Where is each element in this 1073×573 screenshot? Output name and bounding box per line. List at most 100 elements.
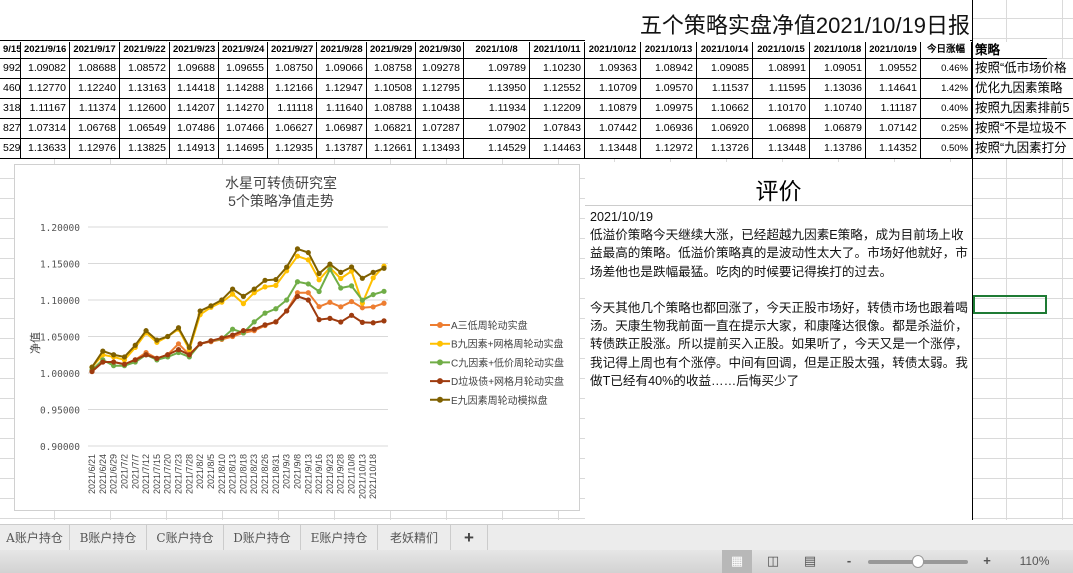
nav-cell[interactable]: 1.09278 — [416, 59, 464, 79]
nav-cell[interactable]: 1.11640 — [317, 99, 367, 119]
nav-cell[interactable]: 1.14463 — [530, 139, 585, 159]
nav-cell[interactable]: 1.14641 — [866, 79, 921, 99]
nav-cell[interactable]: 1.10740 — [810, 99, 866, 119]
nav-cell[interactable]: 1.12600 — [120, 99, 170, 119]
column-header[interactable]: 2021/10/14 — [697, 42, 753, 59]
nav-cell[interactable]: 1.12976 — [70, 139, 120, 159]
daily-change-cell[interactable]: 1.42% — [921, 79, 972, 99]
column-header[interactable]: 2021/10/13 — [641, 42, 697, 59]
column-header[interactable]: 2021/9/29 — [367, 42, 416, 59]
daily-change-cell[interactable]: 0.25% — [921, 119, 972, 139]
nav-cell[interactable]: 1.13633 — [21, 139, 70, 159]
nav-cell[interactable]: 1.06898 — [753, 119, 810, 139]
nav-cell[interactable]: 1.07287 — [416, 119, 464, 139]
column-header[interactable]: 2021/9/30 — [416, 42, 464, 59]
nav-cell[interactable]: 8270 — [0, 119, 21, 139]
nav-cell[interactable]: 1.13493 — [416, 139, 464, 159]
nav-cell[interactable]: 1.10230 — [530, 59, 585, 79]
nav-cell[interactable]: 1.09688 — [170, 59, 219, 79]
nav-cell[interactable]: 1.11595 — [753, 79, 810, 99]
nav-cell[interactable]: 1.13726 — [697, 139, 753, 159]
nav-cell[interactable]: 1.09085 — [697, 59, 753, 79]
nav-cell[interactable]: 1.06549 — [120, 119, 170, 139]
nav-cell[interactable]: 1.12209 — [530, 99, 585, 119]
nav-cell[interactable]: 1.12972 — [641, 139, 697, 159]
nav-cell[interactable]: 1.08750 — [268, 59, 317, 79]
nav-cell[interactable]: 4609 — [0, 79, 21, 99]
column-header[interactable]: 2021/10/19 — [866, 42, 921, 59]
nav-cell[interactable]: 1.13825 — [120, 139, 170, 159]
sheet-tab-monsters[interactable]: 老妖精们 — [378, 525, 451, 551]
nav-cell[interactable]: 1.07902 — [464, 119, 530, 139]
sheet-tab-c[interactable]: C账户持仓 — [147, 525, 224, 551]
nav-cell[interactable]: 1.09570 — [641, 79, 697, 99]
sheet-tab-e[interactable]: E账户持仓 — [301, 525, 378, 551]
nav-cell[interactable]: 1.14270 — [219, 99, 268, 119]
column-header[interactable]: 2021/9/22 — [120, 42, 170, 59]
column-header[interactable]: 策略 — [972, 42, 1047, 59]
nav-cell[interactable]: 1.07314 — [21, 119, 70, 139]
nav-cell[interactable]: 1.09975 — [641, 99, 697, 119]
nav-cell[interactable]: 1.13448 — [753, 139, 810, 159]
nav-cell[interactable]: 9929 — [0, 59, 21, 79]
nav-cell[interactable]: 1.11934 — [464, 99, 530, 119]
normal-view-icon[interactable]: ▦ — [722, 550, 752, 573]
nav-cell[interactable]: 1.06987 — [317, 119, 367, 139]
strategy-cell[interactable]: 按照“九因素打分 — [972, 139, 1073, 159]
column-header[interactable]: 2021/10/18 — [810, 42, 866, 59]
nav-cell[interactable]: 1.09552 — [866, 59, 921, 79]
nav-cell[interactable]: 1.08788 — [367, 99, 416, 119]
column-header[interactable]: 9/15 — [0, 42, 21, 59]
column-header[interactable]: 2021/10/8 — [464, 42, 530, 59]
nav-cell[interactable]: 1.11118 — [268, 99, 317, 119]
nav-cell[interactable]: 1.12947 — [317, 79, 367, 99]
nav-cell[interactable]: 1.06768 — [70, 119, 120, 139]
nav-cell[interactable]: 1.06920 — [697, 119, 753, 139]
sheet-tab-d[interactable]: D账户持仓 — [224, 525, 301, 551]
nav-cell[interactable]: 1.07442 — [585, 119, 641, 139]
column-header[interactable]: 2021/9/24 — [219, 42, 268, 59]
nav-cell[interactable]: 1.08572 — [120, 59, 170, 79]
nav-cell[interactable]: 1.12770 — [21, 79, 70, 99]
column-header[interactable]: 2021/9/28 — [317, 42, 367, 59]
nav-cell[interactable]: 1.11187 — [866, 99, 921, 119]
nav-cell[interactable]: 1.12661 — [367, 139, 416, 159]
nav-cell[interactable]: 1.08688 — [70, 59, 120, 79]
nav-cell[interactable]: 1.06936 — [641, 119, 697, 139]
nav-cell[interactable]: 1.13950 — [464, 79, 530, 99]
add-sheet-button[interactable]: + — [451, 525, 488, 551]
nav-cell[interactable]: 1.11374 — [70, 99, 120, 119]
column-header[interactable]: 2021/9/23 — [170, 42, 219, 59]
column-header[interactable]: 2021/10/15 — [753, 42, 810, 59]
nav-cell[interactable]: 1.10662 — [697, 99, 753, 119]
nav-cell[interactable]: 1.06627 — [268, 119, 317, 139]
nav-cell[interactable]: 1.14913 — [170, 139, 219, 159]
nav-cell[interactable]: 1.07142 — [866, 119, 921, 139]
nav-cell[interactable]: 1.07486 — [170, 119, 219, 139]
nav-chart[interactable]: 水星可转债研究室 5个策略净值走势 净值 1.20000 1.15000 1.100… — [14, 164, 580, 511]
nav-cell[interactable]: 1.14529 — [464, 139, 530, 159]
nav-cell[interactable]: 1.14352 — [866, 139, 921, 159]
column-header[interactable]: 2021/10/12 — [585, 42, 641, 59]
sheet-tab-a[interactable]: A账户持仓 — [0, 525, 70, 551]
nav-cell[interactable]: 1.10709 — [585, 79, 641, 99]
nav-cell[interactable]: 1.10170 — [753, 99, 810, 119]
zoom-out-button[interactable]: - — [834, 550, 864, 573]
nav-cell[interactable]: 1.12166 — [268, 79, 317, 99]
daily-change-cell[interactable]: 0.40% — [921, 99, 972, 119]
column-header[interactable]: 2021/10/11 — [530, 42, 585, 59]
zoom-slider[interactable] — [868, 555, 968, 568]
page-layout-icon[interactable]: ◫ — [758, 550, 788, 573]
nav-cell[interactable]: 3184 — [0, 99, 21, 119]
nav-cell[interactable]: 1.12795 — [416, 79, 464, 99]
nav-cell[interactable]: 1.11167 — [21, 99, 70, 119]
nav-cell[interactable]: 1.08942 — [641, 59, 697, 79]
nav-cell[interactable]: 1.14207 — [170, 99, 219, 119]
nav-cell[interactable]: 1.13786 — [810, 139, 866, 159]
evaluation-text[interactable]: 2021/10/19 低溢价策略今天继续大涨，已经超越九因素E策略，成为目前场上… — [590, 208, 970, 390]
nav-cell[interactable]: 1.13787 — [317, 139, 367, 159]
nav-cell[interactable]: 1.12552 — [530, 79, 585, 99]
daily-change-cell[interactable]: 0.50% — [921, 139, 972, 159]
nav-cell[interactable]: 1.10879 — [585, 99, 641, 119]
daily-change-cell[interactable]: 0.46% — [921, 59, 972, 79]
